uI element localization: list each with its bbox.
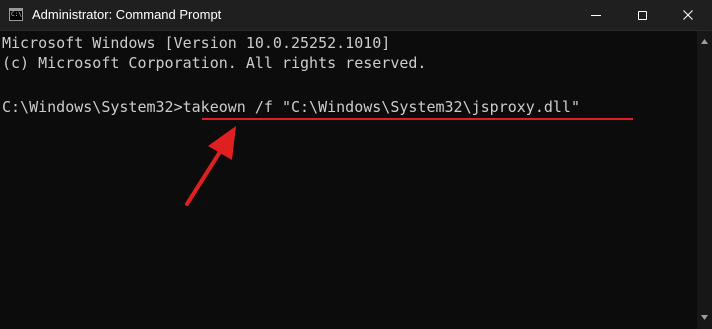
maximize-icon [637,10,647,20]
command-underline-annotation [202,118,633,120]
maximize-button[interactable] [619,0,665,30]
version-line: Microsoft Windows [Version 10.0.25252.10… [2,34,391,52]
title-bar[interactable]: C:\. Administrator: Command Prompt [0,0,712,31]
cmd-app-icon[interactable]: C:\. [9,8,23,21]
close-icon [683,10,693,20]
vertical-scrollbar[interactable] [697,31,712,329]
scroll-up-arrow-icon[interactable] [700,37,709,46]
command-prompt-window: C:\. Administrator: Command Prompt Micro… [0,0,712,329]
console-output[interactable]: Microsoft Windows [Version 10.0.25252.10… [0,31,690,329]
command-line: C:\Windows\System32>takeown /f "C:\Windo… [2,97,580,117]
minimize-button[interactable] [573,0,619,30]
red-arrow-annotation [185,126,236,206]
minimize-icon [591,14,601,16]
window-title: Administrator: Command Prompt [32,7,222,22]
scroll-down-arrow-icon[interactable] [700,313,709,322]
command-text: takeown /f "C:\Windows\System32\jsproxy.… [182,98,580,116]
copyright-line: (c) Microsoft Corporation. All rights re… [2,54,427,72]
close-button[interactable] [665,0,711,30]
prompt-text: C:\Windows\System32> [2,98,183,116]
